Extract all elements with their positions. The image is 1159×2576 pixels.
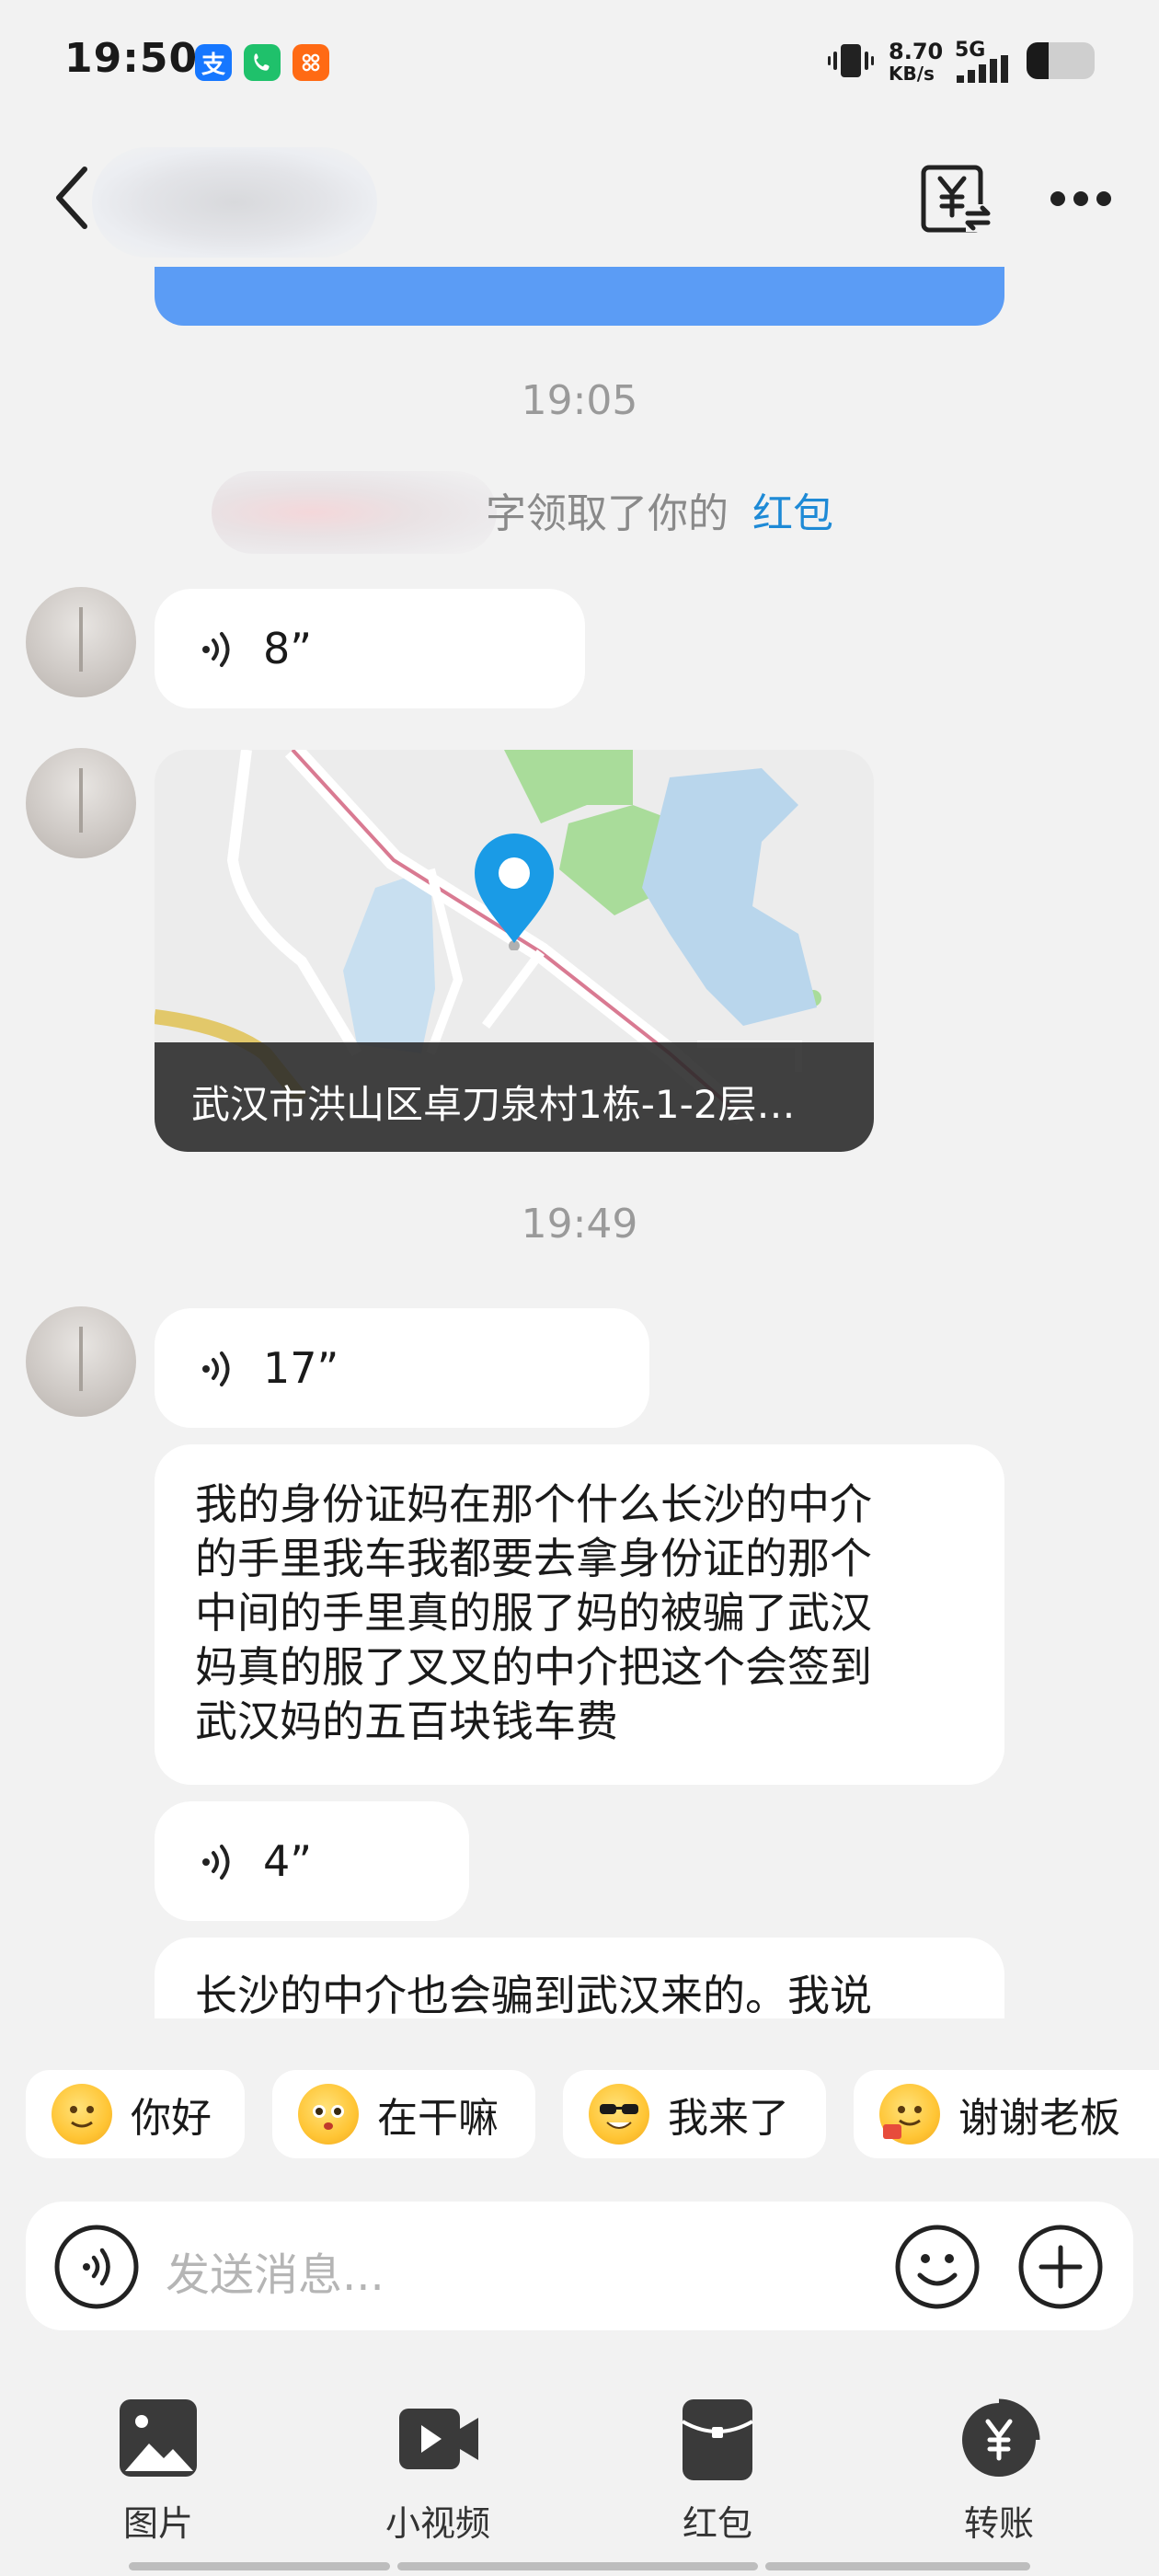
location-address-overlay: 武汉市洪山区卓刀泉村1栋-1-2层…	[155, 1042, 874, 1152]
quick-reply-chip[interactable]: 我来了	[563, 2070, 826, 2158]
toolbar-label: 红包	[682, 2503, 752, 2544]
chip-label: 在干嘛	[377, 2095, 499, 2142]
voice-wave-icon	[202, 632, 230, 667]
voice-wave-icon	[202, 1845, 230, 1880]
image-icon	[120, 2399, 197, 2477]
home-indicator	[397, 2562, 758, 2570]
text-line: 妈真的服了叉叉的中介把这个会签到	[195, 1642, 872, 1692]
taobao-icon	[293, 44, 329, 81]
quick-reply-chip[interactable]: 在干嘛	[272, 2070, 535, 2158]
toolbar-transfer[interactable]: 转账	[907, 2392, 1091, 2544]
voice-message[interactable]: 4”	[155, 1801, 469, 1921]
voice-duration: 8”	[263, 624, 313, 673]
status-bar: 19:50 支 8.70 KB/s 5G	[0, 0, 1159, 129]
net-speed-value: 8.70	[889, 39, 944, 64]
quick-reply-chip[interactable]: 你好	[26, 2070, 245, 2158]
sunglasses-emoji-icon	[589, 2084, 649, 2145]
emoji-button[interactable]	[894, 2224, 981, 2314]
avatar[interactable]	[26, 587, 136, 697]
contact-name-blurred	[92, 147, 377, 258]
text-message-body: 我的身份证妈在那个什么长沙的中介 的手里我车我都要去拿身份证的那个 中间的手里真…	[195, 1478, 977, 1749]
text-line: 的手里我车我都要去拿身份证的那个	[195, 1534, 872, 1583]
status-time: 19:50	[64, 35, 199, 82]
voice-input-icon	[54, 2225, 139, 2309]
toolbar-label: 转账	[963, 2503, 1034, 2544]
text-line: 我的身份证妈在那个什么长沙的中介	[195, 1479, 872, 1529]
curious-emoji-icon	[298, 2084, 359, 2145]
system-notice: 字领取了你的 红包	[486, 480, 833, 539]
transfer-icon	[962, 2398, 1040, 2477]
net-speed-unit: KB/s	[889, 63, 935, 85]
toolbar-label: 小视频	[384, 2503, 490, 2544]
red-packet-icon	[681, 2399, 754, 2480]
text-message[interactable]: 我的身份证妈在那个什么长沙的中介 的手里我车我都要去拿身份证的那个 中间的手里真…	[155, 1444, 1004, 1785]
toolbar-photo[interactable]: 图片	[66, 2392, 250, 2544]
quick-reply-chip[interactable]: 谢谢老板	[854, 2070, 1159, 2158]
chip-label: 你好	[131, 2095, 212, 2142]
system-notice-text: 字领取了你的	[486, 490, 729, 537]
cropped-card-banner[interactable]	[155, 267, 1004, 326]
avatar[interactable]	[26, 1306, 136, 1417]
chip-label: 谢谢老板	[958, 2095, 1120, 2142]
text-message-body: 长沙的中介也会骗到武汉来的。我说	[195, 1971, 872, 2018]
timestamp: 19:05	[521, 377, 638, 424]
toolbar-short-video[interactable]: 小视频	[346, 2392, 530, 2544]
more-button[interactable]	[1049, 180, 1113, 221]
battery-icon	[1027, 42, 1095, 79]
timestamp: 19:49	[521, 1201, 638, 1248]
yuan-transfer-icon	[921, 165, 991, 233]
signal-icon	[957, 55, 1019, 88]
location-card[interactable]: 武汉市洪山区卓刀泉村1栋-1-2层…	[155, 750, 874, 1152]
message-input[interactable]: 发送消息...	[166, 2238, 384, 2303]
text-line: 中间的手里真的服了妈的被骗了武汉	[195, 1588, 872, 1638]
chip-label: 我来了	[668, 2095, 789, 2142]
video-icon	[399, 2409, 478, 2469]
thanks-emoji-icon	[879, 2084, 940, 2145]
voice-message[interactable]: 8”	[155, 589, 585, 708]
home-indicator	[129, 2562, 390, 2570]
alipay-icon: 支	[195, 44, 232, 81]
location-address: 武汉市洪山区卓刀泉村1栋-1-2层…	[191, 1082, 796, 1127]
avatar[interactable]	[26, 748, 136, 858]
voice-message[interactable]: 17”	[155, 1308, 649, 1428]
wave-emoji-icon	[52, 2084, 112, 2145]
voice-duration: 17”	[263, 1343, 339, 1393]
voice-input-button[interactable]	[53, 2224, 140, 2314]
toolbar-label: 图片	[122, 2503, 193, 2544]
text-message-clipped[interactable]: 长沙的中介也会骗到武汉来的。我说	[155, 1938, 1004, 2018]
voice-wave-icon	[202, 1351, 230, 1386]
phone-app-icon	[244, 44, 281, 81]
voice-duration: 4”	[263, 1836, 313, 1886]
text-line: 武汉妈的五百块钱车费	[195, 1696, 618, 1746]
message-input-bar: 发送消息...	[26, 2202, 1133, 2330]
red-packet-link[interactable]: 红包	[752, 490, 833, 537]
home-indicator	[765, 2562, 1030, 2570]
toolbar-red-packet[interactable]: 红包	[625, 2392, 809, 2544]
location-pin-icon	[475, 834, 554, 950]
smiley-icon	[895, 2225, 980, 2309]
vibrate-icon	[828, 40, 874, 85]
system-notice-blurred-name	[212, 471, 497, 554]
transfer-header-button[interactable]	[918, 162, 992, 239]
more-actions-button[interactable]	[1017, 2224, 1104, 2314]
more-dots-icon	[1050, 191, 1111, 206]
plus-circle-icon	[1018, 2225, 1103, 2309]
